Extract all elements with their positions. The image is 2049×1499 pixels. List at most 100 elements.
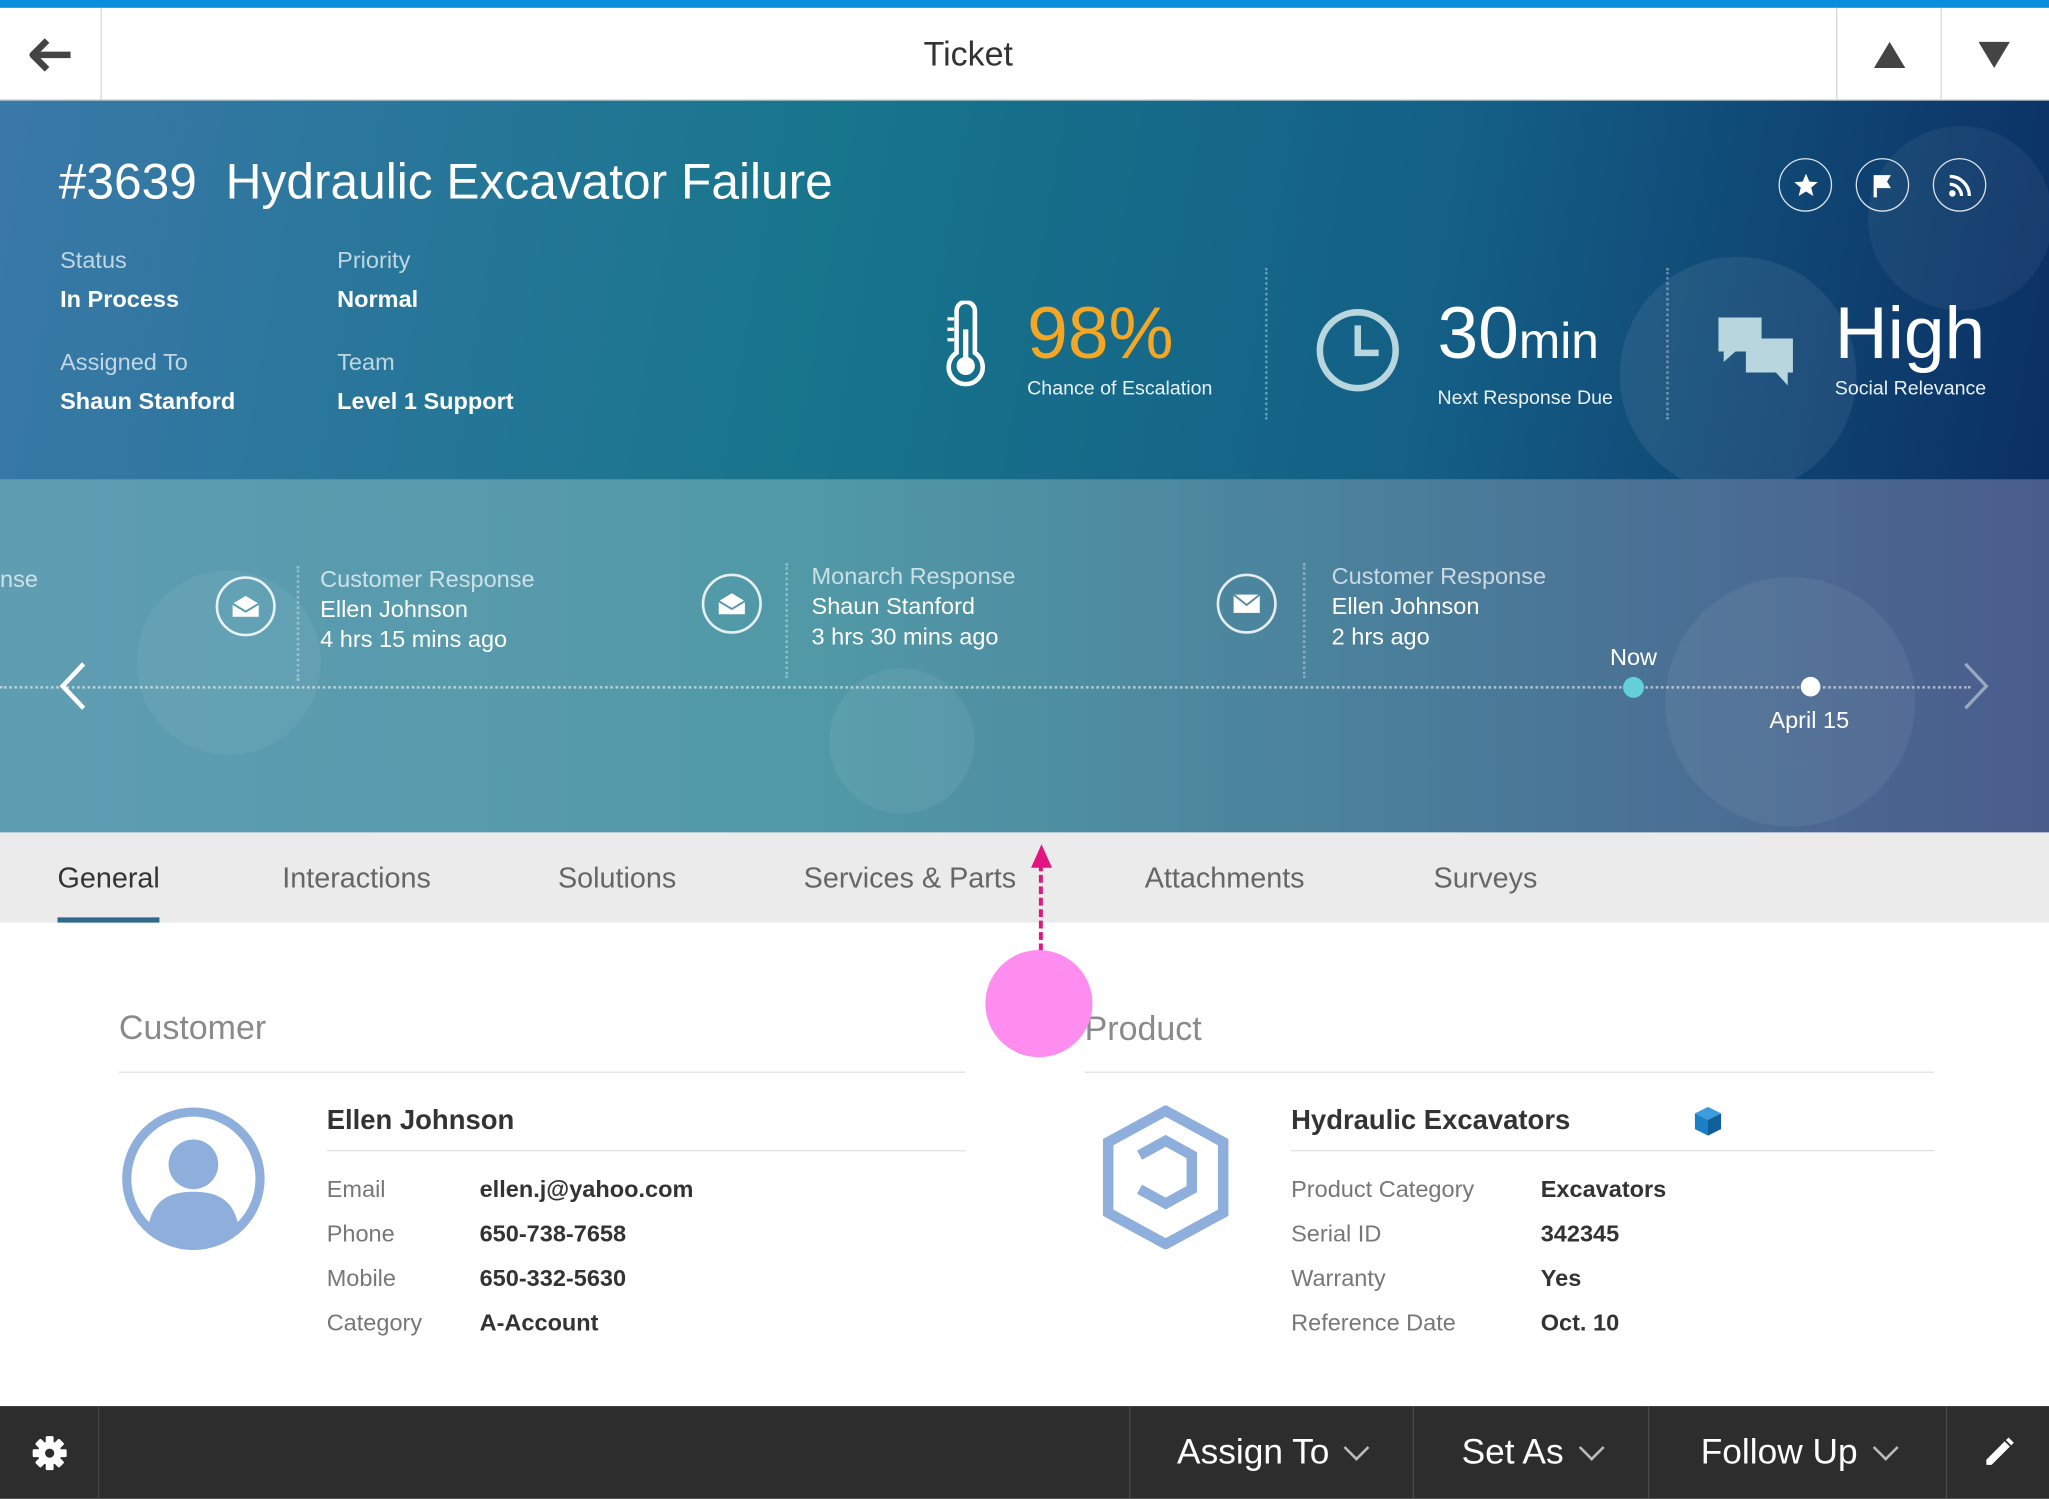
product-reference-date-value: Oct. 10 [1540, 1309, 1620, 1336]
star-icon [1793, 173, 1818, 196]
follow-up-label: Follow Up [1700, 1432, 1858, 1472]
rss-button[interactable] [1932, 158, 1987, 212]
triangle-up-icon [1873, 41, 1905, 68]
chevron-down-icon [1578, 1434, 1604, 1461]
assigned-to-value: Shaun Stanford [60, 388, 236, 415]
tab-solutions[interactable]: Solutions [558, 832, 676, 922]
product-category-value: Excavators [1540, 1176, 1667, 1203]
team-field: Team Level 1 Support [337, 349, 513, 416]
timeline-now-label: Now [1609, 644, 1658, 671]
ticket-actions [1778, 158, 1987, 212]
chevron-down-icon [1872, 1434, 1899, 1461]
team-label: Team [337, 348, 395, 376]
escalation-label: Chance of Escalation [1027, 377, 1213, 400]
response-due-unit: min [1518, 314, 1599, 370]
timeline-item-who: Ellen Johnson [320, 595, 468, 623]
assign-to-label: Assign To [1177, 1432, 1330, 1472]
customer-email-label: Email [326, 1176, 386, 1203]
touch-indicator [985, 950, 1093, 1058]
divider [118, 1071, 966, 1073]
envelope-open-icon [701, 573, 762, 634]
team-value: Level 1 Support [337, 388, 514, 415]
timeline-end-marker [1800, 676, 1821, 697]
timeline-now-marker [1623, 676, 1644, 698]
back-arrow-icon [28, 37, 70, 71]
product-serial-value: 342345 [1540, 1220, 1620, 1247]
social-relevance-value: High [1834, 291, 1986, 374]
flag-button[interactable] [1855, 158, 1910, 212]
tab-surveys[interactable]: Surveys [1434, 832, 1538, 922]
follow-up-button[interactable]: Follow Up [1647, 1406, 1946, 1499]
previous-ticket-button[interactable] [1836, 7, 1941, 101]
product-name: Hydraulic Excavators [1291, 1105, 1571, 1136]
ticket-subject: Hydraulic Excavator Failure [225, 155, 833, 211]
favorite-button[interactable] [1778, 158, 1833, 212]
gear-icon [32, 1435, 66, 1470]
priority-label: Priority [337, 246, 411, 274]
swipe-arrow-icon [1031, 844, 1052, 868]
chevron-right-icon [1964, 662, 1989, 710]
customer-phone-value[interactable]: 650-738-7658 [480, 1221, 627, 1248]
product-warranty-value: Yes [1540, 1264, 1582, 1292]
customer-email-value[interactable]: ellen.j@yahoo.com [480, 1176, 694, 1203]
customer-category-label: Category [326, 1309, 423, 1336]
social-relevance-metric: High Social Relevance [1834, 291, 1986, 400]
chat-bubbles-icon [1718, 317, 1793, 386]
product-section-title: Product [1084, 1008, 1202, 1049]
ticket-header: #3639 Hydraulic Excavator Failure Status … [0, 100, 2049, 480]
tab-general[interactable]: General [57, 832, 161, 923]
edit-button[interactable] [1945, 1406, 2049, 1499]
customer-mobile-value[interactable]: 650-332-5630 [480, 1265, 627, 1292]
customer-category-value: A-Account [479, 1309, 599, 1336]
assigned-to-label: Assigned To [60, 348, 188, 376]
ticket-number: #3639 [58, 155, 197, 211]
rss-icon [1948, 174, 1971, 197]
timeline-item-type: Customer Response [1331, 563, 1547, 590]
top-bar: Ticket [0, 0, 2049, 101]
chevron-left-icon [59, 662, 86, 710]
ticket-title: #3639 Hydraulic Excavator Failure [59, 156, 833, 212]
timeline-item-who: Shaun Stanford [811, 593, 976, 620]
clock-icon [1316, 309, 1399, 392]
timeline-prev-button[interactable] [55, 660, 92, 719]
metric-divider [1264, 267, 1268, 420]
settings-button[interactable] [0, 1406, 100, 1499]
customer-phone-label: Phone [326, 1220, 395, 1247]
divider [326, 1149, 966, 1152]
response-due-label: Next Response Due [1437, 386, 1613, 410]
ticket-tabs: General Interactions Solutions Services … [0, 832, 2049, 923]
divider [1291, 1149, 1935, 1152]
timeline-item-when: 2 hrs ago [1331, 623, 1430, 650]
page-title: Ticket [923, 33, 1014, 74]
back-button[interactable] [0, 7, 102, 101]
tab-interactions[interactable]: Interactions [282, 832, 431, 922]
assign-to-button[interactable]: Assign To [1129, 1406, 1413, 1499]
next-ticket-button[interactable] [1940, 7, 2046, 101]
set-as-button[interactable]: Set As [1412, 1406, 1648, 1499]
status-label: Status [60, 246, 127, 274]
metric-divider [1666, 267, 1669, 420]
product-cube-icon [1694, 1106, 1722, 1136]
chevron-down-icon [1343, 1434, 1370, 1461]
set-as-label: Set As [1461, 1432, 1564, 1472]
interaction-timeline[interactable]: onse d Customer Response Ellen Johnson 4… [0, 479, 2049, 833]
response-due-metric: 30min Next Response Due [1437, 296, 1613, 410]
customer-name: Ellen Johnson [326, 1105, 515, 1136]
tab-services-parts[interactable]: Services & Parts [804, 832, 1016, 922]
timeline-item-type: onse [0, 565, 38, 592]
ticket-screen: Ticket #3639 Hydraulic Excavator Failure … [0, 0, 2049, 1499]
status-value: In Process [60, 286, 180, 313]
customer-section-title: Customer [118, 1007, 267, 1047]
priority-value: Normal [337, 286, 419, 313]
timeline-next-button[interactable] [1958, 660, 1995, 719]
product-category-label: Product Category [1291, 1176, 1475, 1203]
status-field: Status In Process [60, 247, 179, 314]
envelope-icon [1216, 573, 1277, 634]
product-warranty-label: Warranty [1291, 1264, 1386, 1292]
product-reference-date-label: Reference Date [1291, 1309, 1456, 1336]
timeline-item-who: Ellen Johnson [1331, 593, 1480, 620]
tab-attachments[interactable]: Attachments [1145, 832, 1305, 922]
triangle-down-icon [1977, 41, 2010, 68]
flag-icon [1872, 174, 1891, 197]
timeline-item-type: Customer Response [320, 565, 535, 592]
